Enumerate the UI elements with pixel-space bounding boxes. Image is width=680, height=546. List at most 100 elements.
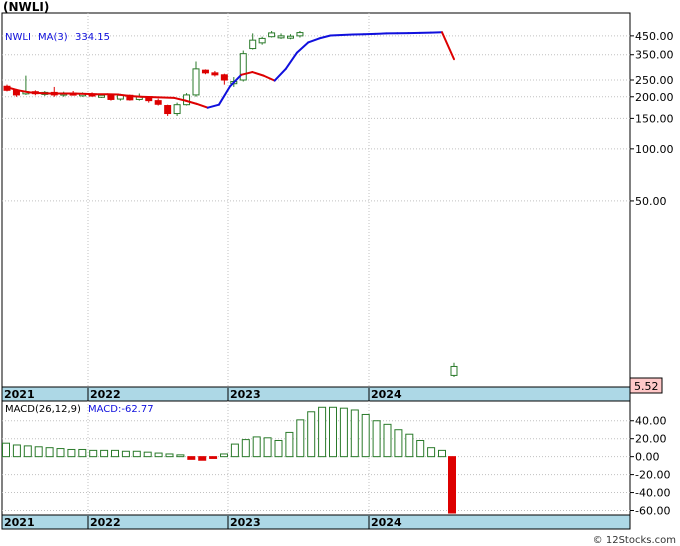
price-y-tick-label: 350.00 <box>635 49 674 62</box>
candle-up <box>173 104 181 115</box>
macd-bar <box>339 407 348 458</box>
macd-bar <box>318 406 327 458</box>
price-y-tick-label: 200.00 <box>635 91 674 104</box>
macd-panel: 40.00 20.00 0.00 -20.00 -40.00 -60.00 MACD(26… <box>1 400 670 518</box>
credit-text: © 12Stocks.com <box>592 535 676 546</box>
macd-y-tick-label: 40.00 <box>635 415 667 428</box>
candle-up <box>258 37 266 44</box>
ma-segment <box>128 95 142 98</box>
price-y-axis: 450.00 350.00 250.00 200.00 150.00 100.00 50.0… <box>630 30 674 208</box>
macd-bar <box>296 419 305 458</box>
macd-y-axis: 40.00 20.00 0.00 -20.00 -40.00 -60.00 <box>630 415 670 518</box>
candle-up <box>192 68 200 96</box>
macd-bar <box>2 442 10 458</box>
candle-up <box>249 39 257 50</box>
macd-bar <box>187 456 196 460</box>
date-label: 2023 <box>230 388 261 401</box>
legend-ma-label: MA(3) <box>38 32 68 43</box>
macd-bar <box>165 453 174 458</box>
macd-y-tick-label: -60.00 <box>635 505 670 518</box>
macd-bar <box>263 437 272 458</box>
macd-y-tick-label: -40.00 <box>635 487 670 500</box>
price-y-tick-label: 150.00 <box>635 112 674 125</box>
macd-bar <box>405 433 414 458</box>
macd-bar <box>350 409 359 458</box>
date-label: 2024 <box>371 516 402 529</box>
macd-bar <box>67 448 76 458</box>
macd-legend: MACD(26,12,9) MACD:-62.77 <box>5 404 154 415</box>
price-date-bar: 2021 2022 2023 2024 <box>1 386 631 402</box>
macd-bar <box>220 453 228 458</box>
macd-bar <box>34 446 43 458</box>
macd-bar <box>45 447 54 458</box>
macd-bar <box>12 444 21 458</box>
candle-down <box>220 74 228 81</box>
macd-y-tick-label: 0.00 <box>635 451 660 464</box>
date-label: 2022 <box>90 388 121 401</box>
macd-bar <box>121 450 130 458</box>
stock-chart: 450.00 350.00 250.00 200.00 150.00 100.00 50.0… <box>1 12 674 530</box>
macd-panel-frame <box>1 400 631 516</box>
macd-bar <box>56 448 65 458</box>
macd-bar <box>361 413 370 458</box>
candle-up <box>98 94 105 98</box>
date-label: 2023 <box>230 516 261 529</box>
macd-bar <box>154 452 163 458</box>
macd-bar <box>198 456 207 461</box>
macd-y-tick-label: -20.00 <box>635 469 670 482</box>
macd-bar <box>394 429 403 458</box>
macd-bar <box>307 411 316 458</box>
macd-bar <box>448 456 456 514</box>
macd-date-bar: 2021 2022 2023 2024 <box>1 514 631 530</box>
macd-bar <box>274 439 283 458</box>
macd-bar <box>252 436 261 458</box>
macd-bar <box>372 420 381 458</box>
macd-legend-label: MACD(26,12,9) <box>5 404 81 415</box>
legend-symbol: NWLI <box>5 32 31 43</box>
price-y-tick-label: 450.00 <box>635 30 674 43</box>
candle-up <box>296 32 304 37</box>
macd-bar <box>89 449 98 458</box>
date-label: 2022 <box>90 516 121 529</box>
candle-up <box>287 35 294 39</box>
candle-down <box>107 94 115 100</box>
candle-up <box>277 35 285 39</box>
macd-bar <box>23 445 32 458</box>
candle-down <box>164 105 172 115</box>
macd-bar <box>132 450 141 458</box>
price-y-tick-label: 50.00 <box>635 195 667 208</box>
candle-up <box>450 365 458 376</box>
macd-legend-value: MACD:-62.77 <box>88 404 154 415</box>
candle-down <box>201 69 209 74</box>
macd-bar <box>416 439 425 458</box>
candle-down <box>154 100 162 105</box>
macd-y-tick-label: 20.00 <box>635 433 667 446</box>
legend-ma-value: 334.15 <box>75 32 110 43</box>
macd-bar <box>427 447 436 458</box>
price-legend: NWLI MA(3) 334.15 <box>5 32 110 43</box>
macd-bar <box>230 443 239 458</box>
macd-bar <box>143 451 152 458</box>
macd-bar <box>383 423 392 458</box>
candle-down <box>211 72 219 76</box>
macd-bar <box>78 448 87 458</box>
price-panel-frame <box>1 12 631 388</box>
macd-bar <box>241 439 250 458</box>
price-panel: 450.00 350.00 250.00 200.00 150.00 100.00 50.0… <box>1 12 674 394</box>
ma-segment <box>28 91 42 95</box>
macd-bar <box>438 449 446 458</box>
macd-bar <box>111 449 119 458</box>
last-price-box: 5.52 <box>629 377 663 394</box>
date-label: 2021 <box>4 516 35 529</box>
date-label: 2024 <box>371 388 402 401</box>
candle-up <box>268 32 276 38</box>
date-label: 2021 <box>4 388 35 401</box>
macd-bar <box>209 456 218 459</box>
macd-bar <box>176 454 185 458</box>
macd-bar <box>285 431 294 458</box>
last-price-label: 5.52 <box>634 380 659 393</box>
macd-bar <box>100 449 109 458</box>
macd-bar <box>329 406 337 458</box>
price-y-tick-label: 100.00 <box>635 143 674 156</box>
price-y-tick-label: 250.00 <box>635 74 674 87</box>
